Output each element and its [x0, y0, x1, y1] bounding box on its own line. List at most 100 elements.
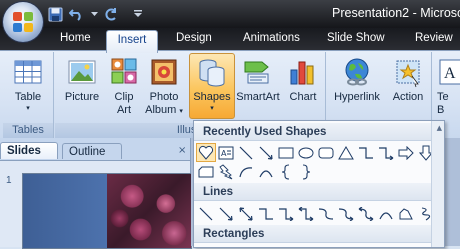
lightning-bolt-shape-icon[interactable] [216, 162, 236, 181]
table-button[interactable]: Table ▾ [8, 54, 48, 112]
close-icon[interactable]: × [178, 145, 186, 156]
photo-album-label-line2: Album [145, 104, 177, 116]
slides-list: 1 [0, 160, 192, 249]
freeform-shape-icon[interactable] [396, 204, 416, 223]
text-box-icon: A [437, 56, 460, 88]
picture-icon [66, 56, 98, 88]
elbow-arrow-connector-shape-icon[interactable] [376, 143, 396, 162]
elbow-double-arrow-connector-shape-icon[interactable] [296, 204, 316, 223]
undo-dropdown-icon[interactable] [90, 5, 98, 23]
tab-slide-show[interactable]: Slide Show [327, 32, 385, 44]
recent-shapes-row-2 [196, 162, 316, 181]
curved-arrow-connector-shape-icon[interactable] [336, 204, 356, 223]
clip-art-label-line2: Art [116, 104, 132, 116]
curve-shape-icon[interactable] [256, 162, 276, 181]
title-bar: Presentation2 - Microso [0, 0, 460, 28]
rounded-rectangle-shape-icon[interactable] [316, 143, 336, 162]
heart-shape-icon[interactable] [196, 143, 216, 162]
dropdown-arrow-icon: ▾ [26, 104, 30, 112]
slides-pane: Slides Outline × 1 [0, 138, 192, 249]
left-brace-shape-icon[interactable] [276, 162, 296, 181]
slide-photo [107, 174, 191, 248]
photo-album-icon [148, 56, 180, 88]
dropdown-arrow-icon: ▾ [179, 108, 183, 115]
line-shape-icon[interactable] [196, 204, 216, 223]
picture-label: Picture [64, 91, 100, 103]
oval-shape-icon[interactable] [296, 143, 316, 162]
photo-album-button[interactable]: Photo Album ▾ [143, 54, 185, 117]
action-label: Action [392, 91, 424, 103]
office-logo-icon [24, 23, 33, 32]
tables-group: Table ▾ Tables [3, 52, 54, 138]
chart-button[interactable]: Chart [283, 54, 323, 104]
save-icon[interactable] [46, 5, 64, 23]
clip-art-icon [108, 56, 140, 88]
dropdown-arrow-icon: ▾ [210, 104, 214, 112]
shapes-button[interactable]: Shapes ▾ [189, 53, 235, 119]
text-box-label-line1: Te [437, 91, 449, 103]
elbow-connector-shape-icon[interactable] [256, 204, 276, 223]
hyperlink-label: Hyperlink [334, 91, 380, 103]
recent-shapes-row-1: A [196, 143, 436, 162]
gallery-scrollbar[interactable]: ▲ [431, 121, 444, 247]
ribbon-tab-strip: Home Insert Design Animations Slide Show… [0, 28, 460, 53]
rectangle-shape-icon[interactable] [276, 143, 296, 162]
office-logo-icon [24, 12, 33, 21]
arrow-line-shape-icon[interactable] [256, 143, 276, 162]
clip-art-label-line1: Clip [114, 91, 134, 103]
undo-icon[interactable] [68, 5, 86, 23]
window-title: Presentation2 - Microso [332, 6, 460, 20]
tab-review[interactable]: Review [415, 32, 453, 44]
curve-shape-icon[interactable] [376, 204, 396, 223]
right-arrow-shape-icon[interactable] [396, 143, 416, 162]
elbow-arrow-connector-shape-icon[interactable] [276, 204, 296, 223]
smartart-button[interactable]: SmartArt [235, 54, 281, 104]
picture-button[interactable]: Picture [59, 54, 105, 104]
snip-rectangle-shape-icon[interactable] [196, 162, 216, 181]
text-box-shape-icon[interactable]: A [216, 143, 236, 162]
slide-number: 1 [6, 175, 12, 186]
tab-insert[interactable]: Insert [106, 30, 158, 53]
tab-slides[interactable]: Slides [0, 142, 58, 159]
shapes-label: Shapes [193, 91, 231, 103]
curved-connector-shape-icon[interactable] [316, 204, 336, 223]
elbow-connector-shape-icon[interactable] [356, 143, 376, 162]
shapes-icon [196, 56, 228, 88]
double-arrow-line-shape-icon[interactable] [236, 204, 256, 223]
office-button[interactable] [3, 2, 43, 42]
recent-shapes-header: Recently Used Shapes [194, 123, 444, 141]
tab-design[interactable]: Design [176, 32, 212, 44]
scroll-up-icon[interactable]: ▲ [437, 124, 442, 132]
arrow-line-shape-icon[interactable] [216, 204, 236, 223]
triangle-shape-icon[interactable] [336, 143, 356, 162]
line-shape-icon[interactable] [236, 143, 256, 162]
photo-album-label: Photo Album ▾ [145, 91, 183, 117]
arc-shape-icon[interactable] [236, 162, 256, 181]
customize-toolbar-icon[interactable] [132, 5, 144, 23]
hyperlink-icon [341, 56, 373, 88]
clip-art-label: Clip Art [115, 91, 134, 117]
smartart-icon [242, 56, 274, 88]
svg-text:A: A [444, 65, 456, 82]
slide-thumbnail[interactable] [22, 173, 192, 249]
table-icon [12, 56, 44, 88]
pane-tabs: Slides Outline × [0, 142, 190, 160]
tab-home[interactable]: Home [60, 32, 91, 44]
tab-animations[interactable]: Animations [243, 32, 300, 44]
quick-access-toolbar [46, 4, 144, 24]
chart-icon [287, 56, 319, 88]
hyperlink-button[interactable]: Hyperlink [329, 54, 385, 104]
tables-group-label: Tables [3, 123, 53, 138]
tab-outline[interactable]: Outline [62, 143, 122, 159]
right-brace-shape-icon[interactable] [296, 162, 316, 181]
smartart-label: SmartArt [236, 91, 280, 103]
text-box-button[interactable]: A Te B [437, 54, 460, 117]
action-button[interactable]: Action [387, 54, 429, 104]
svg-text:A: A [221, 149, 227, 158]
office-logo-icon [13, 12, 22, 21]
clip-art-button[interactable]: Clip Art [107, 54, 141, 117]
curved-double-arrow-connector-shape-icon[interactable] [356, 204, 376, 223]
text-box-label: Te B [437, 91, 449, 117]
redo-icon[interactable] [102, 5, 120, 23]
office-logo-icon [13, 23, 22, 32]
